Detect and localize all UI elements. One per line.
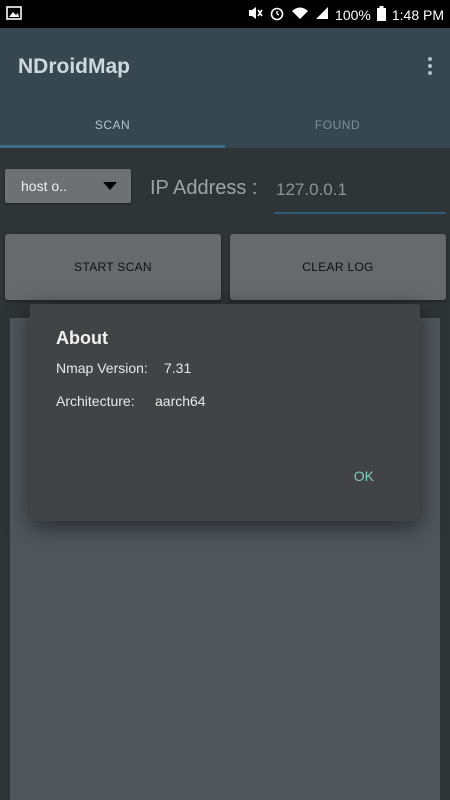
nmap-version-value: 7.31 xyxy=(164,360,192,376)
architecture-label: Architecture: xyxy=(56,393,135,409)
architecture-value: aarch64 xyxy=(155,393,206,409)
architecture-row: Architecture: aarch64 xyxy=(56,393,206,409)
about-dialog: About Nmap Version: 7.31 Architecture: aar… xyxy=(30,304,420,521)
ok-button[interactable]: OK xyxy=(348,464,380,488)
nmap-version-label: Nmap Version: xyxy=(56,360,148,376)
dialog-title: About xyxy=(56,328,108,348)
nmap-version-row: Nmap Version: 7.31 xyxy=(56,360,191,376)
